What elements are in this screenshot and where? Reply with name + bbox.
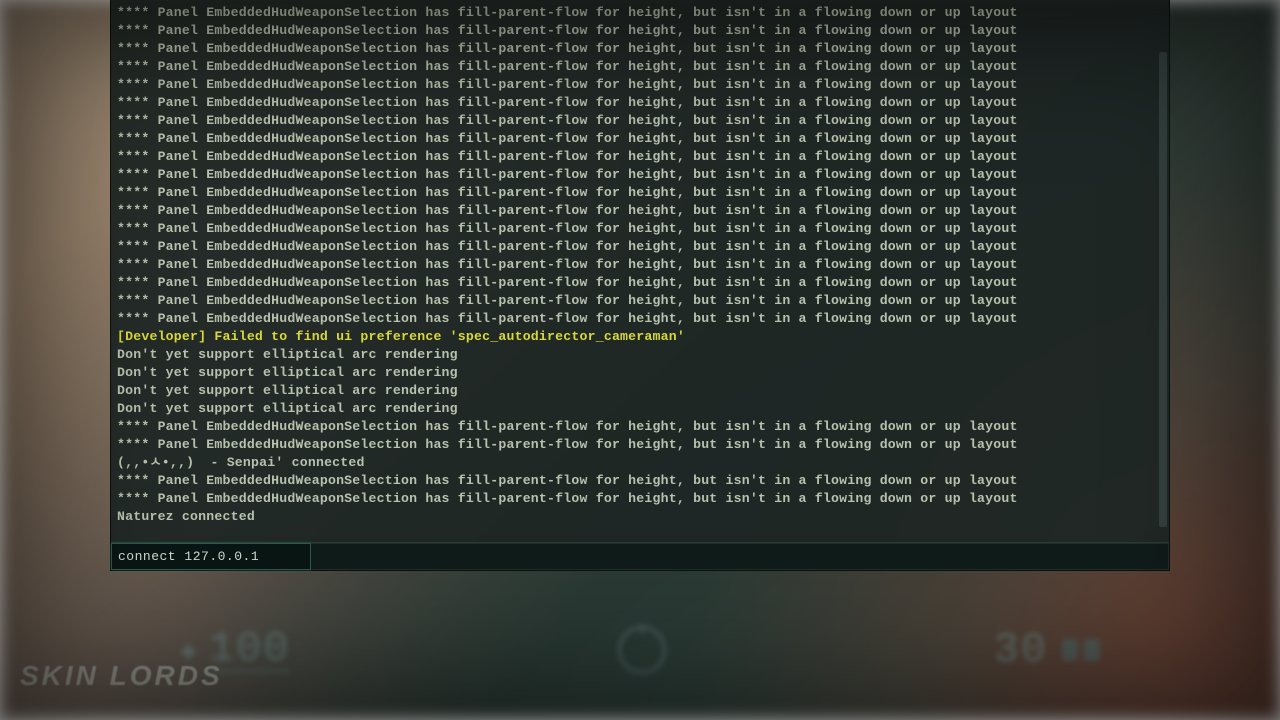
watermark-text: Skin Lords [20,660,223,692]
console-log-line: Naturez connected [117,508,1163,526]
console-log-line: **** Panel EmbeddedHudWeaponSelection ha… [117,130,1163,148]
console-scrollbar[interactable] [1159,52,1167,527]
console-log-line: **** Panel EmbeddedHudWeaponSelection ha… [117,184,1163,202]
bomb-defuse-icon [618,626,666,674]
console-log-line: **** Panel EmbeddedHudWeaponSelection ha… [117,490,1163,508]
ammo-value: 30 [994,629,1048,671]
console-log-line: **** Panel EmbeddedHudWeaponSelection ha… [117,436,1163,454]
console-output-pane[interactable]: **** Panel EmbeddedHudWeaponSelection ha… [111,0,1169,542]
console-log-line: Don't yet support elliptical arc renderi… [117,346,1163,364]
hud-ammo: 30 [994,629,1100,671]
console-log-line: **** Panel EmbeddedHudWeaponSelection ha… [117,40,1163,58]
console-log-line: **** Panel EmbeddedHudWeaponSelection ha… [117,166,1163,184]
ammo-reserve-icon [1062,639,1100,661]
console-log-line: **** Panel EmbeddedHudWeaponSelection ha… [117,220,1163,238]
console-log-line: **** Panel EmbeddedHudWeaponSelection ha… [117,256,1163,274]
console-log-line: Don't yet support elliptical arc renderi… [117,364,1163,382]
console-log-line: Don't yet support elliptical arc renderi… [117,400,1163,418]
console-log-line: **** Panel EmbeddedHudWeaponSelection ha… [117,58,1163,76]
hud-center [290,626,993,674]
console-input-row [111,542,1169,570]
console-log-line: **** Panel EmbeddedHudWeaponSelection ha… [117,292,1163,310]
console-log-line: **** Panel EmbeddedHudWeaponSelection ha… [117,4,1163,22]
console-log-line: **** Panel EmbeddedHudWeaponSelection ha… [117,22,1163,40]
console-log-line: **** Panel EmbeddedHudWeaponSelection ha… [117,472,1163,490]
console-log-line: **** Panel EmbeddedHudWeaponSelection ha… [117,310,1163,328]
developer-console: **** Panel EmbeddedHudWeaponSelection ha… [110,0,1170,571]
console-log-line: Don't yet support elliptical arc renderi… [117,382,1163,400]
console-log-line: (,,•ㅅ•,,) - Senpai' connected [117,454,1163,472]
console-log-line: **** Panel EmbeddedHudWeaponSelection ha… [117,274,1163,292]
console-log-line: **** Panel EmbeddedHudWeaponSelection ha… [117,94,1163,112]
console-log-line: [Developer] Failed to find ui preference… [117,328,1163,346]
console-command-input[interactable] [111,543,311,570]
console-log-line: **** Panel EmbeddedHudWeaponSelection ha… [117,148,1163,166]
console-log-line: **** Panel EmbeddedHudWeaponSelection ha… [117,112,1163,130]
console-log-line: **** Panel EmbeddedHudWeaponSelection ha… [117,202,1163,220]
console-log-line: **** Panel EmbeddedHudWeaponSelection ha… [117,76,1163,94]
console-log-line: **** Panel EmbeddedHudWeaponSelection ha… [117,418,1163,436]
console-log-line: **** Panel EmbeddedHudWeaponSelection ha… [117,238,1163,256]
console-input-remainder[interactable] [311,543,1169,570]
